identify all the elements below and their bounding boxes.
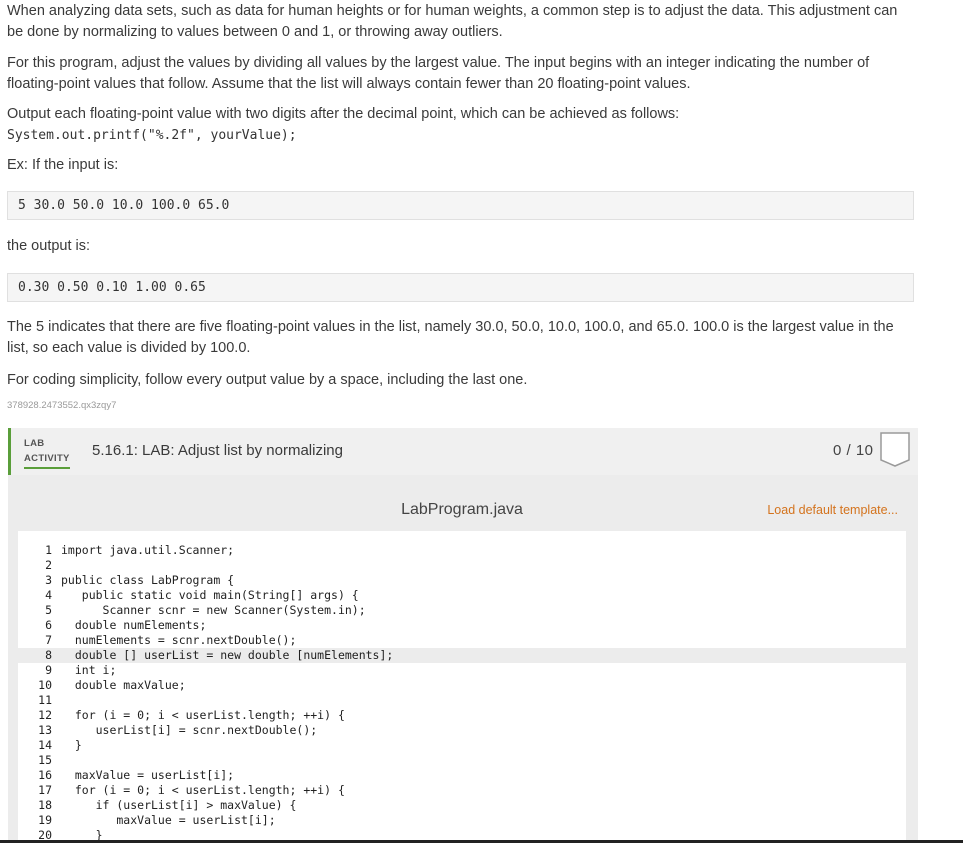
- line-number: 15: [38, 753, 52, 767]
- code-text[interactable]: for (i = 0; i < userList.length; ++i) {: [61, 783, 345, 798]
- line-number: 13: [38, 723, 52, 737]
- activity-id: 378928.2473552.qx3zqy7: [7, 400, 117, 411]
- code-text[interactable]: import java.util.Scanner;: [61, 543, 234, 558]
- line-number: 2: [45, 558, 52, 572]
- code-text[interactable]: for (i = 0; i < userList.length; ++i) {: [61, 708, 345, 723]
- code-text[interactable]: public class LabProgram {: [61, 573, 234, 588]
- intro-paragraph: When analyzing data sets, such as data f…: [7, 3, 898, 40]
- code-line[interactable]: 11: [18, 693, 906, 708]
- code-line[interactable]: 14 }: [18, 738, 906, 753]
- line-number: 5: [45, 603, 52, 617]
- code-text[interactable]: maxValue = userList[i];: [61, 768, 234, 783]
- line-number: 6: [45, 618, 52, 632]
- code-line[interactable]: 16 maxValue = userList[i];: [18, 768, 906, 783]
- code-text[interactable]: Scanner scnr = new Scanner(System.in);: [61, 603, 366, 618]
- score-badge-icon: [880, 432, 910, 467]
- code-line[interactable]: 2: [18, 558, 906, 573]
- line-number: 11: [38, 693, 52, 707]
- line-number: 14: [38, 738, 52, 752]
- code-text[interactable]: double numElements;: [61, 618, 207, 633]
- line-number: 8: [45, 648, 52, 662]
- code-text[interactable]: userList[i] = scnr.nextDouble();: [61, 723, 318, 738]
- code-line[interactable]: 3 public class LabProgram {: [18, 573, 906, 588]
- load-default-template-link[interactable]: Load default template...: [767, 503, 898, 517]
- code-line[interactable]: 15: [18, 753, 906, 768]
- explanation-paragraph: The 5 indicates that there are five floa…: [7, 319, 894, 356]
- example-input-box: 5 30.0 50.0 10.0 100.0 65.0: [7, 191, 914, 220]
- code-line[interactable]: 18 if (userList[i] > maxValue) {: [18, 798, 906, 813]
- line-number: 10: [38, 678, 52, 692]
- code-line[interactable]: 4 public static void main(String[] args)…: [18, 588, 906, 603]
- line-number: 1: [45, 543, 52, 557]
- line-number: 3: [45, 573, 52, 587]
- line-number: 12: [38, 708, 52, 722]
- code-text[interactable]: if (userList[i] > maxValue) {: [61, 798, 297, 813]
- code-line[interactable]: 17 for (i = 0; i < userList.length; ++i)…: [18, 783, 906, 798]
- code-editor[interactable]: LabProgram.java Load default template...…: [18, 491, 906, 843]
- code-line[interactable]: 9 int i;: [18, 663, 906, 678]
- lab-activity-tag: LAB ACTIVITY: [24, 436, 70, 469]
- format-text: Output each floating-point value with tw…: [7, 106, 680, 122]
- line-number: 4: [45, 588, 52, 602]
- editor-container: LabProgram.java Load default template...…: [8, 475, 918, 843]
- lab-activity-header: LAB ACTIVITY 5.16.1: LAB: Adjust list by…: [8, 428, 918, 475]
- lab-tag-line1: LAB: [24, 438, 45, 449]
- line-number: 18: [38, 798, 52, 812]
- code-line[interactable]: 12 for (i = 0; i < userList.length; ++i)…: [18, 708, 906, 723]
- code-line[interactable]: 6 double numElements;: [18, 618, 906, 633]
- code-line[interactable]: 1 import java.util.Scanner;: [18, 543, 906, 558]
- example-output-box: 0.30 0.50 0.10 1.00 0.65: [7, 273, 914, 302]
- format-paragraph: Output each floating-point value with tw…: [7, 104, 907, 146]
- code-line[interactable]: 5 Scanner scnr = new Scanner(System.in);: [18, 603, 906, 618]
- example-output-label: the output is:: [7, 238, 91, 254]
- line-number: 17: [38, 783, 52, 797]
- code-text[interactable]: public static void main(String[] args) {: [61, 588, 359, 603]
- code-lines[interactable]: 1 import java.util.Scanner; 2 3 public class…: [18, 543, 906, 843]
- code-line[interactable]: 7 numElements = scnr.nextDouble();: [18, 633, 906, 648]
- editor-toolbar: LabProgram.java Load default template...: [18, 491, 906, 531]
- code-text[interactable]: maxValue = userList[i];: [61, 813, 275, 828]
- code-line[interactable]: 8 double [] userList = new double [numEl…: [18, 648, 906, 663]
- task-paragraph: For this program, adjust the values by d…: [7, 55, 870, 92]
- code-text[interactable]: double maxValue;: [61, 678, 186, 693]
- code-line[interactable]: 10 double maxValue;: [18, 678, 906, 693]
- line-number: 16: [38, 768, 52, 782]
- printf-code: System.out.printf("%.2f", yourValue);: [7, 128, 297, 143]
- line-number: 9: [45, 663, 52, 677]
- code-line[interactable]: 13 userList[i] = scnr.nextDouble();: [18, 723, 906, 738]
- lab-tag-line2: ACTIVITY: [24, 451, 70, 469]
- line-number: 19: [38, 813, 52, 827]
- code-text[interactable]: int i;: [61, 663, 117, 678]
- code-text[interactable]: }: [61, 738, 82, 753]
- lab-score: 0 / 10: [833, 442, 874, 459]
- example-input-label: Ex: If the input is:: [7, 157, 119, 173]
- simplicity-paragraph: For coding simplicity, follow every outp…: [7, 372, 528, 388]
- code-line[interactable]: 19 maxValue = userList[i];: [18, 813, 906, 828]
- code-text[interactable]: double [] userList = new double [numElem…: [61, 648, 394, 663]
- code-text[interactable]: numElements = scnr.nextDouble();: [61, 633, 297, 648]
- line-number: 7: [45, 633, 52, 647]
- lab-title: 5.16.1: LAB: Adjust list by normalizing: [92, 442, 343, 459]
